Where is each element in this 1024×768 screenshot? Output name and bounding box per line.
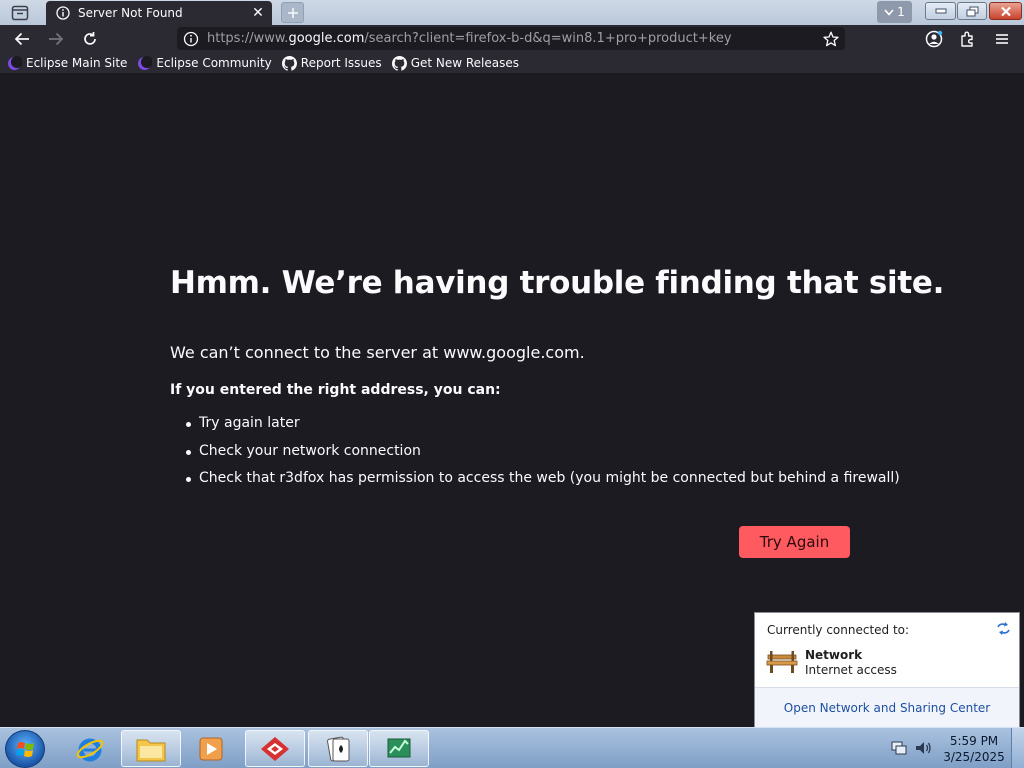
firefox-view-icon: [11, 5, 29, 20]
tab-title: Server Not Found: [78, 6, 183, 20]
github-icon: [281, 55, 297, 71]
puzzle-icon: [961, 31, 973, 47]
tab-server-not-found[interactable]: Server Not Found ✕: [46, 1, 272, 25]
navigation-toolbar: https://www.google.com/search?client=fir…: [0, 25, 1024, 53]
error-title: Hmm. We’re having trouble finding that s…: [170, 265, 945, 301]
url-host: google.com: [288, 31, 365, 46]
bookmark-label: Eclipse Main Site: [26, 56, 128, 70]
taskbar-browser[interactable]: [245, 730, 305, 767]
show-desktop-button[interactable]: [1011, 728, 1024, 768]
clock-time: 5:59 PM: [949, 734, 999, 748]
monitor-app-icon: [387, 738, 411, 757]
forward-arrow-icon: [49, 32, 64, 46]
eclipse-icon: [138, 55, 153, 70]
bookmark-label: Get New Releases: [410, 56, 520, 70]
windows-logo-icon: [16, 742, 34, 757]
try-again-button[interactable]: Try Again: [739, 526, 850, 558]
url-path: /search?client=firefox-b-d&q=win8.1+pro+…: [364, 31, 732, 46]
app-menu-button[interactable]: [990, 28, 1014, 50]
error-description: We can’t connect to the server at www.go…: [170, 343, 585, 362]
bullet-icon: [186, 422, 191, 427]
close-tab-icon[interactable]: ✕: [248, 3, 268, 23]
close-icon: [1000, 6, 1011, 16]
reload-icon: [84, 32, 96, 45]
url-text: https://www.google.com/search?client=fir…: [207, 31, 732, 46]
error-subtitle: If you entered the right address, you ca…: [170, 382, 501, 398]
info-icon: [56, 6, 70, 20]
cards-icon: [327, 736, 350, 761]
open-network-sharing-center-link[interactable]: Open Network and Sharing Center: [784, 701, 990, 715]
reload-button[interactable]: [78, 28, 102, 50]
plus-icon: [287, 7, 298, 18]
chevron-down-icon: [884, 8, 894, 16]
suggestion-text: Check your network connection: [199, 442, 421, 459]
restore-button[interactable]: [957, 2, 987, 20]
connected-heading: Currently connected to:: [767, 623, 910, 637]
bookmark-label: Eclipse Community: [156, 56, 272, 70]
bookmark-get-new-releases[interactable]: Get New Releases: [391, 55, 520, 71]
bookmark-eclipse-community[interactable]: Eclipse Community: [137, 55, 272, 71]
list-item: Check that r3dfox has permission to acce…: [186, 470, 900, 498]
bookmark-report-issues[interactable]: Report Issues: [281, 55, 382, 71]
start-button[interactable]: [5, 730, 45, 768]
network-bench-icon: [766, 651, 798, 673]
flyout-footer: Open Network and Sharing Center: [755, 687, 1019, 727]
extensions-button[interactable]: [956, 28, 980, 50]
taskbar-solitaire[interactable]: [308, 730, 368, 767]
account-button[interactable]: [922, 28, 946, 50]
folder-icon: [136, 739, 166, 761]
suggestion-text: Try again later: [199, 415, 300, 431]
close-window-button[interactable]: [989, 2, 1022, 20]
network-status: Internet access: [805, 663, 897, 677]
internet-explorer-icon: [76, 738, 104, 761]
network-flyout: Currently connected to: Network Internet…: [754, 612, 1020, 728]
minimize-button[interactable]: [925, 2, 956, 20]
bullet-icon: [186, 477, 191, 482]
browser-app-icon: [261, 736, 289, 761]
clock-date: 3/25/2025: [943, 750, 1005, 764]
refresh-arrows-icon: [996, 621, 1010, 635]
minimize-icon: [935, 8, 946, 14]
suggestion-text: Check that r3dfox has permission to acce…: [199, 470, 900, 486]
network-tray-icon[interactable]: [890, 740, 908, 756]
bookmark-star-button[interactable]: [821, 29, 841, 48]
tab-count: 1: [897, 5, 905, 19]
forward-button[interactable]: [44, 28, 68, 50]
network-name: Network: [805, 648, 863, 662]
new-tab-button[interactable]: [281, 2, 304, 23]
refresh-networks-button[interactable]: [995, 620, 1011, 636]
list-item: Check your network connection: [186, 443, 900, 471]
system-clock[interactable]: 5:59 PM 3/25/2025: [942, 733, 1006, 765]
taskbar-media-player[interactable]: [182, 730, 242, 767]
bookmarks-toolbar: Eclipse Main Site Eclipse Community Repo…: [0, 53, 1024, 73]
back-button[interactable]: [10, 28, 34, 50]
taskbar: 5:59 PM 3/25/2025: [0, 727, 1024, 768]
media-player-icon: [199, 737, 223, 760]
bookmark-label: Report Issues: [300, 56, 382, 70]
site-info-icon[interactable]: [183, 31, 199, 47]
restore-icon: [966, 6, 978, 16]
star-icon: [823, 31, 839, 46]
url-prefix: https://www.: [207, 31, 289, 46]
eclipse-icon: [8, 55, 22, 70]
hamburger-menu-icon: [996, 34, 1008, 44]
tab-bar: Server Not Found ✕ 1: [0, 0, 1024, 25]
github-icon: [391, 55, 407, 71]
bookmark-eclipse-main-site[interactable]: Eclipse Main Site: [7, 55, 128, 71]
taskbar-internet-explorer[interactable]: [60, 730, 120, 767]
account-icon: [925, 30, 943, 48]
suggestion-list: Try again later Check your network conne…: [186, 415, 900, 498]
list-item: Try again later: [186, 415, 900, 443]
address-bar[interactable]: https://www.google.com/search?client=fir…: [177, 27, 845, 50]
taskbar-file-explorer[interactable]: [121, 730, 181, 767]
volume-icon[interactable]: [914, 740, 932, 756]
firefox-view-button[interactable]: [6, 2, 34, 23]
bullet-icon: [186, 449, 191, 455]
taskbar-task-manager[interactable]: [369, 730, 429, 767]
back-arrow-icon: [14, 32, 29, 46]
list-all-tabs-button[interactable]: 1: [877, 1, 912, 23]
